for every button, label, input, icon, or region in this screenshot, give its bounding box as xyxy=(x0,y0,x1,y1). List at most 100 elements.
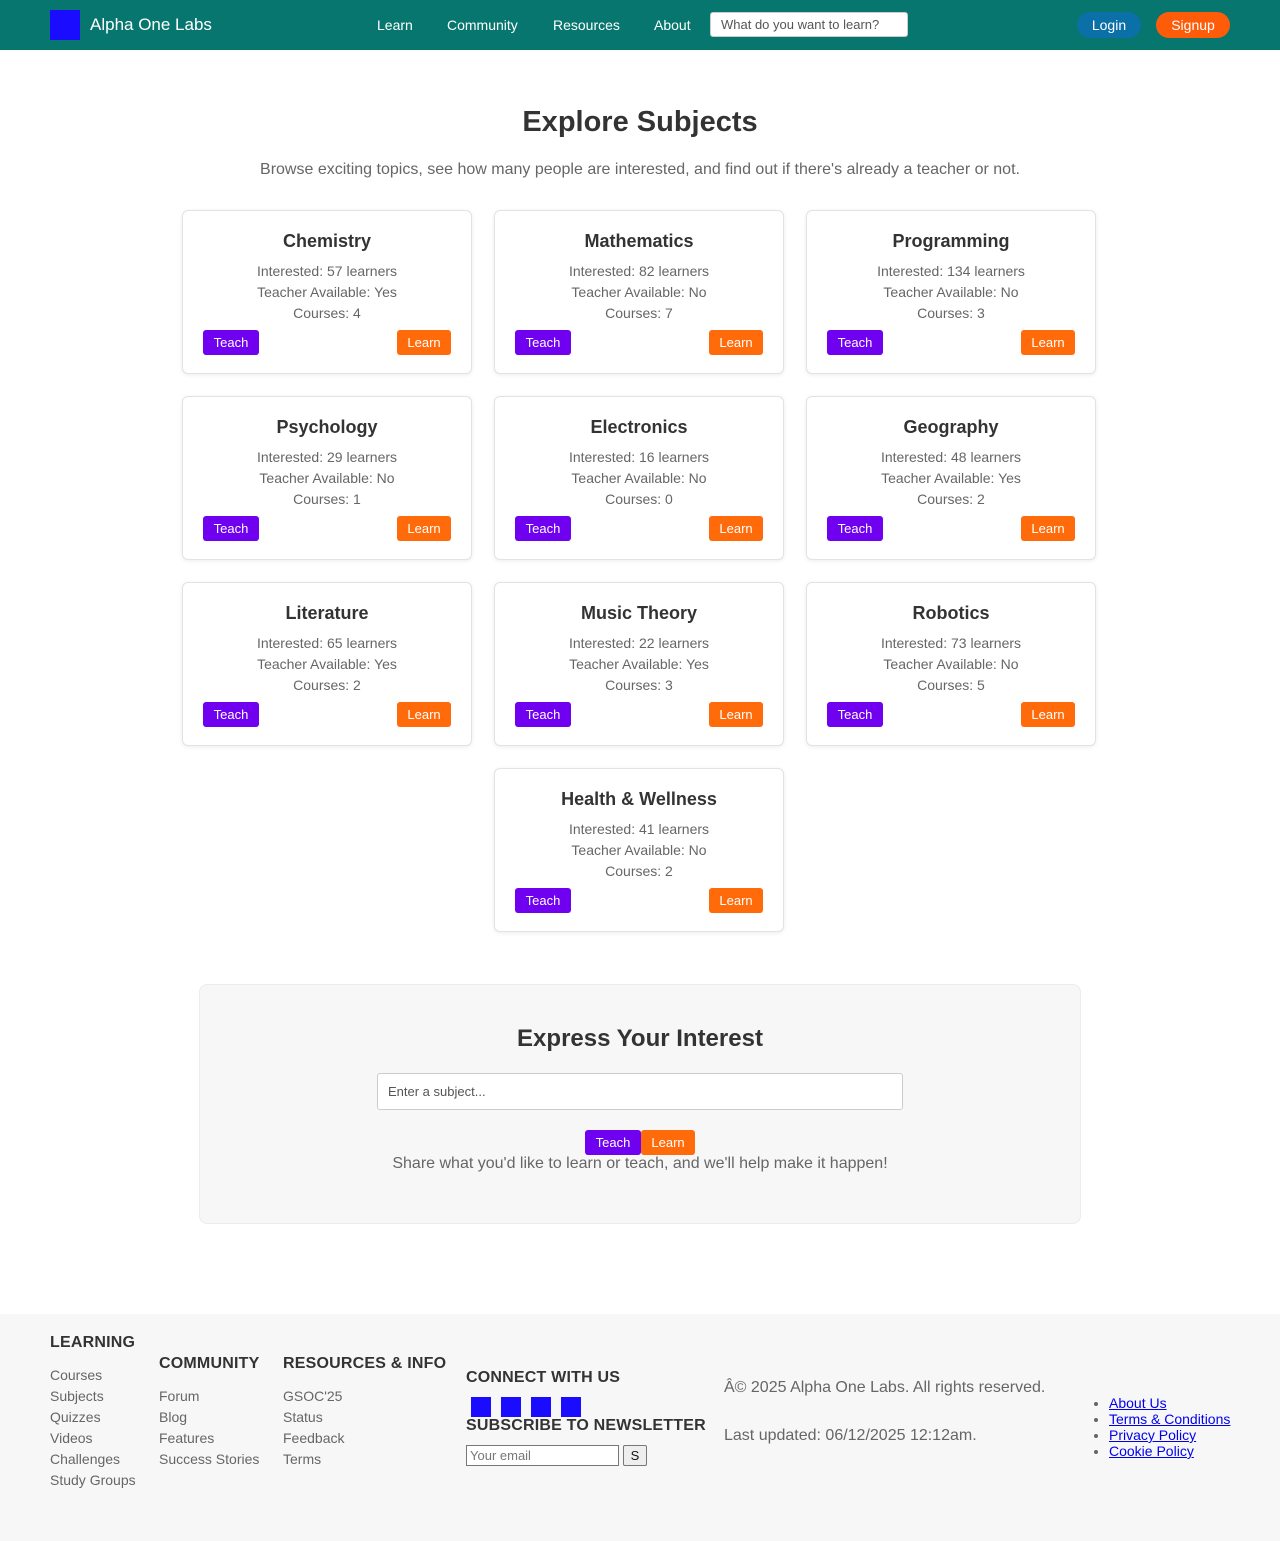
teach-button[interactable]: Teach xyxy=(515,888,571,913)
logo-icon[interactable] xyxy=(50,10,80,40)
signup-button[interactable]: Signup xyxy=(1156,12,1230,38)
search-input[interactable] xyxy=(710,12,908,37)
learn-button[interactable]: Learn xyxy=(1021,330,1075,355)
learn-button[interactable]: Learn xyxy=(397,516,451,541)
subject-card: Robotics Interested: 73 learners Teacher… xyxy=(806,582,1096,746)
learn-button[interactable]: Learn xyxy=(397,702,451,727)
interest-title: Express Your Interest xyxy=(517,1025,763,1052)
social-icon[interactable] xyxy=(471,1397,491,1417)
teach-button[interactable]: Teach xyxy=(515,330,571,355)
interested-count: Interested: 57 learners xyxy=(256,263,398,279)
subject-card: Electronics Interested: 16 learners Teac… xyxy=(494,396,784,560)
course-count: Courses: 2 xyxy=(605,863,673,879)
interested-count: Interested: 41 learners xyxy=(568,821,710,837)
express-interest-panel: Express Your Interest Teach Learn Share … xyxy=(199,984,1081,1224)
nav-learn[interactable]: Learn xyxy=(377,17,413,33)
teach-button[interactable]: Teach xyxy=(515,702,571,727)
subject-name: Psychology xyxy=(276,417,378,437)
learn-button[interactable]: Learn xyxy=(709,330,763,355)
brand-name[interactable]: Alpha One Labs xyxy=(90,15,212,35)
subject-name: Programming xyxy=(892,231,1010,251)
legal-item: Privacy Policy xyxy=(1109,1427,1230,1443)
legal-item: Terms & Conditions xyxy=(1109,1411,1230,1427)
footer-heading-learning: LEARNING xyxy=(50,1334,136,1351)
teacher-availability: Teacher Available: No xyxy=(571,470,707,486)
subject-card: Music Theory Interested: 22 learners Tea… xyxy=(494,582,784,746)
social-icon[interactable] xyxy=(501,1397,521,1417)
top-navbar: Alpha One Labs Learn Community Resources… xyxy=(0,0,1280,50)
link-privacy-policy[interactable]: Privacy Policy xyxy=(1109,1427,1196,1443)
footer-link-status[interactable]: Status xyxy=(283,1409,323,1425)
subject-name: Geography xyxy=(903,417,999,437)
learn-button[interactable]: Learn xyxy=(1021,702,1075,727)
footer-link-forum[interactable]: Forum xyxy=(159,1388,199,1404)
footer-link-subjects[interactable]: Subjects xyxy=(50,1388,104,1404)
nav-community[interactable]: Community xyxy=(447,17,518,33)
subject-input[interactable] xyxy=(377,1073,903,1110)
learn-button[interactable]: Learn xyxy=(709,888,763,913)
interested-count: Interested: 29 learners xyxy=(256,449,398,465)
footer-link-features[interactable]: Features xyxy=(159,1430,214,1446)
subject-name: Chemistry xyxy=(282,231,372,251)
footer-link-courses[interactable]: Courses xyxy=(50,1367,102,1383)
teach-button[interactable]: Teach xyxy=(203,516,259,541)
subject-name: Literature xyxy=(285,603,369,623)
interested-count: Interested: 134 learners xyxy=(877,263,1025,279)
nav-resources[interactable]: Resources xyxy=(553,17,620,33)
teach-button[interactable]: Teach xyxy=(203,702,259,727)
subject-card: Literature Interested: 65 learners Teach… xyxy=(182,582,472,746)
subject-card: Health & Wellness Interested: 41 learner… xyxy=(494,768,784,932)
teach-button[interactable]: Teach xyxy=(203,330,259,355)
subject-card: Psychology Interested: 29 learners Teach… xyxy=(182,396,472,560)
nav-about[interactable]: About xyxy=(654,17,691,33)
teacher-availability: Teacher Available: No xyxy=(571,284,707,300)
page-subtitle: Browse exciting topics, see how many peo… xyxy=(260,161,1020,178)
link-cookie-policy[interactable]: Cookie Policy xyxy=(1109,1443,1194,1459)
footer-link-terms[interactable]: Terms xyxy=(283,1451,321,1467)
social-icon[interactable] xyxy=(561,1397,581,1417)
footer-heading-connect: CONNECT WITH US xyxy=(466,1369,621,1386)
course-count: Courses: 7 xyxy=(605,305,673,321)
teach-button[interactable]: Teach xyxy=(827,330,883,355)
teach-button[interactable]: Teach xyxy=(827,702,883,727)
link-about-us[interactable]: About Us xyxy=(1109,1395,1167,1411)
learn-button[interactable]: Learn xyxy=(1021,516,1075,541)
course-count: Courses: 2 xyxy=(917,491,985,507)
footer-link-quizzes[interactable]: Quizzes xyxy=(50,1409,101,1425)
teacher-availability: Teacher Available: No xyxy=(883,284,1019,300)
interested-count: Interested: 22 learners xyxy=(568,635,710,651)
interest-teach-button[interactable]: Teach xyxy=(585,1130,641,1155)
learn-button[interactable]: Learn xyxy=(709,516,763,541)
login-button[interactable]: Login xyxy=(1077,12,1141,38)
footer-link-gsoc[interactable]: GSOC'25 xyxy=(283,1388,342,1404)
footer-link-blog[interactable]: Blog xyxy=(159,1409,187,1425)
teacher-availability: Teacher Available: No xyxy=(259,470,395,486)
footer-link-videos[interactable]: Videos xyxy=(50,1430,93,1446)
course-count: Courses: 2 xyxy=(293,677,361,693)
newsletter-subscribe-button[interactable]: S xyxy=(623,1445,647,1466)
learn-button[interactable]: Learn xyxy=(397,330,451,355)
footer-heading-community: COMMUNITY xyxy=(159,1355,260,1372)
teacher-availability: Teacher Available: Yes xyxy=(881,470,1021,486)
interested-count: Interested: 82 learners xyxy=(568,263,710,279)
subject-name: Mathematics xyxy=(584,231,694,251)
course-count: Courses: 0 xyxy=(605,491,673,507)
link-terms-conditions[interactable]: Terms & Conditions xyxy=(1109,1411,1230,1427)
footer-link-challenges[interactable]: Challenges xyxy=(50,1451,120,1467)
footer-link-success-stories[interactable]: Success Stories xyxy=(159,1451,259,1467)
page-title: Explore Subjects xyxy=(522,106,758,138)
newsletter-email-input[interactable] xyxy=(466,1445,619,1466)
last-updated-text: Last updated: 06/12/2025 12:12am. xyxy=(724,1427,977,1444)
course-count: Courses: 3 xyxy=(605,677,673,693)
teach-button[interactable]: Teach xyxy=(827,516,883,541)
teacher-availability: Teacher Available: No xyxy=(883,656,1019,672)
social-icon[interactable] xyxy=(531,1397,551,1417)
teach-button[interactable]: Teach xyxy=(515,516,571,541)
subject-name: Electronics xyxy=(590,417,688,437)
footer-heading-resources: RESOURCES & INFO xyxy=(283,1355,447,1372)
interest-learn-button[interactable]: Learn xyxy=(641,1130,695,1155)
footer-link-study-groups[interactable]: Study Groups xyxy=(50,1472,136,1488)
learn-button[interactable]: Learn xyxy=(709,702,763,727)
interested-count: Interested: 16 learners xyxy=(568,449,710,465)
footer-link-feedback[interactable]: Feedback xyxy=(283,1430,344,1446)
